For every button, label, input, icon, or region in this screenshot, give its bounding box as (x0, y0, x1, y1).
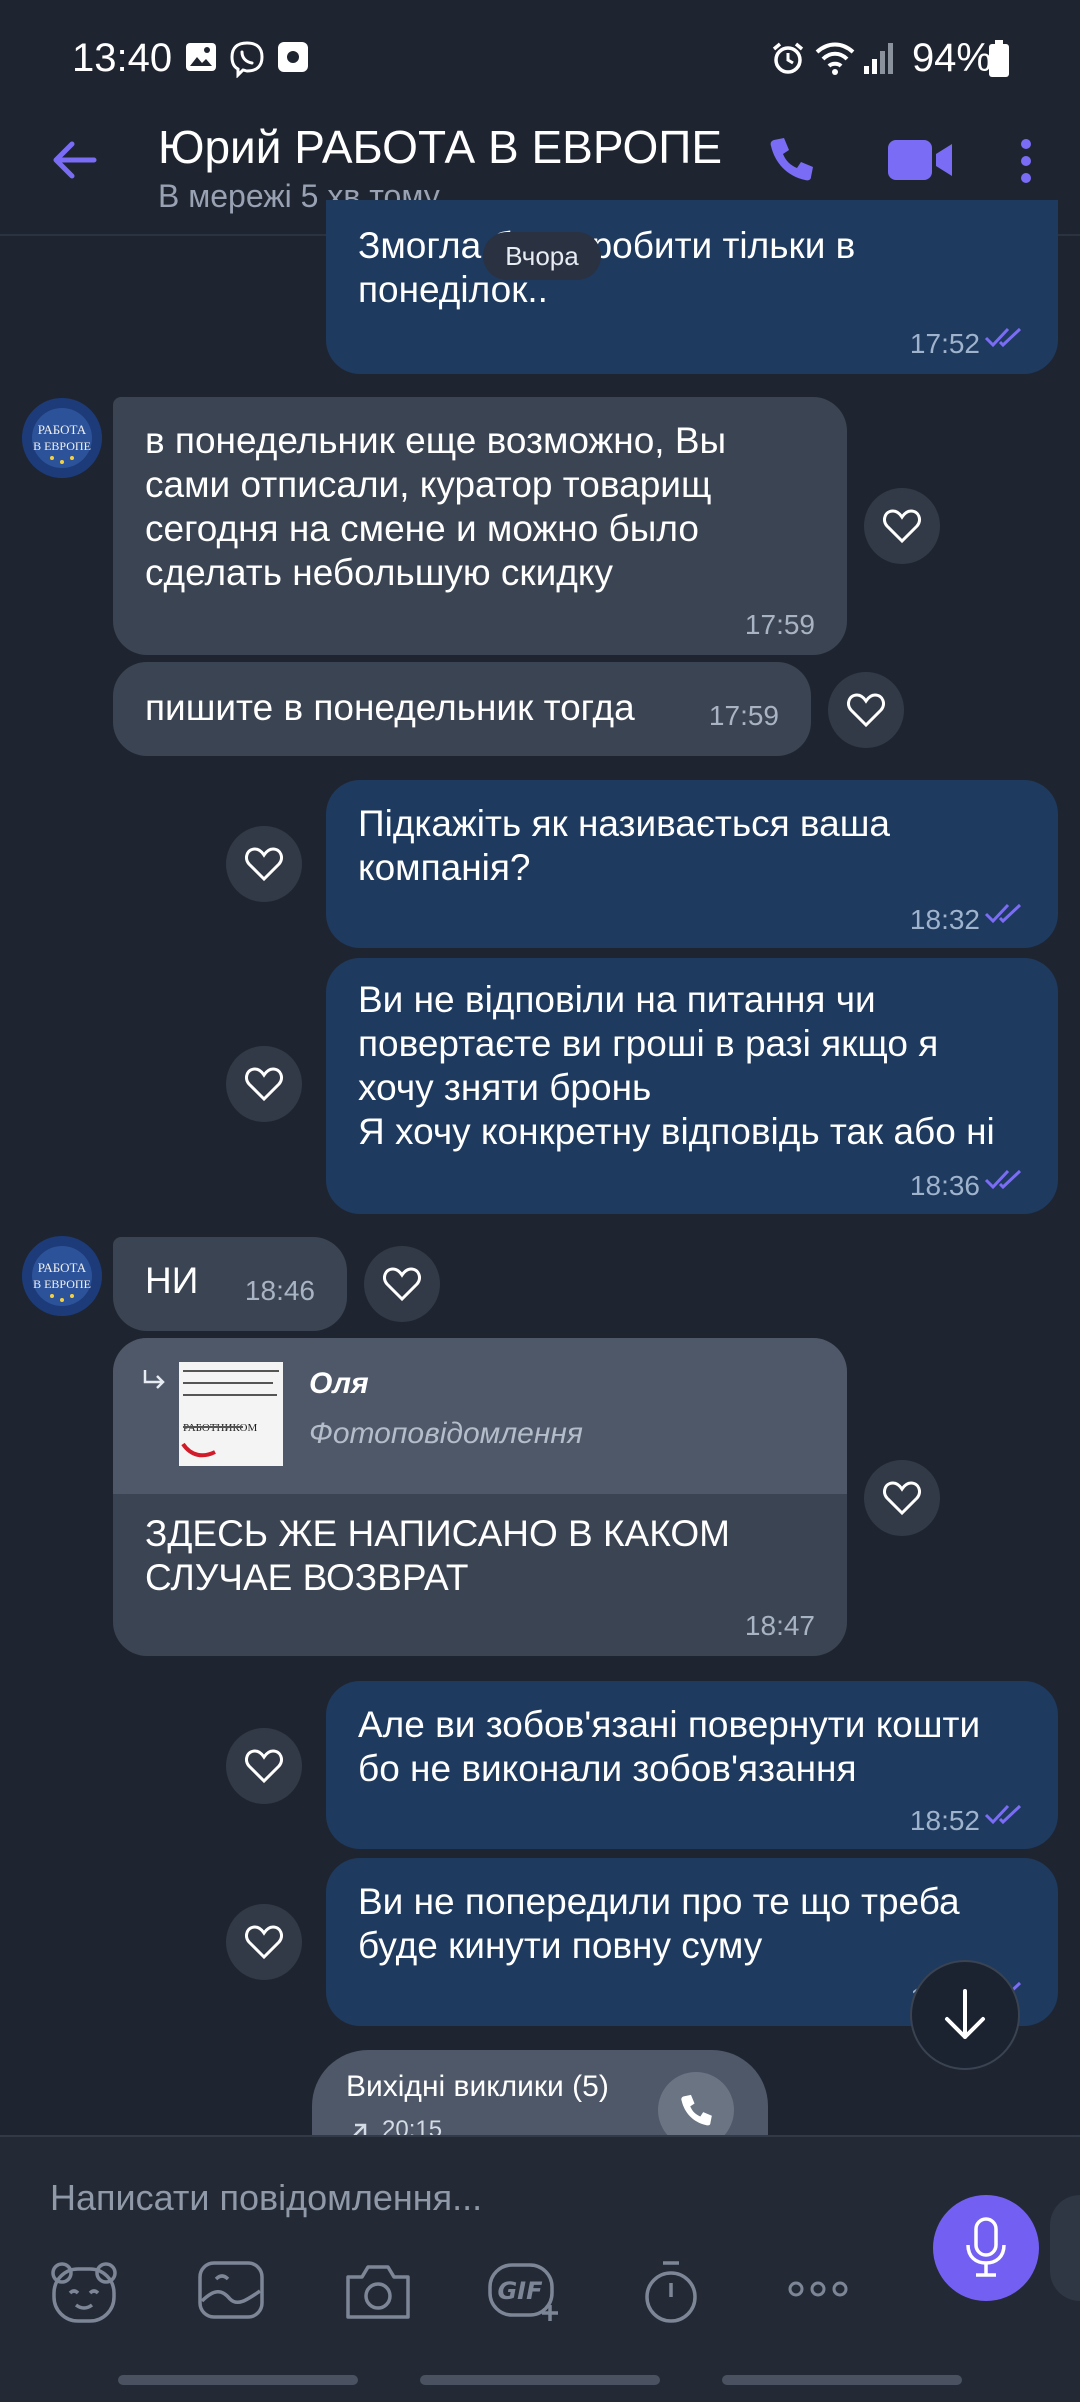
message-input[interactable]: Написати повідомлення... (50, 2177, 482, 2219)
heart-icon (245, 1925, 283, 1960)
quoted-type: Фотоповідомлення (309, 1417, 583, 1450)
contact-avatar[interactable]: РАБОТА В ЕВРОПЕ (22, 1236, 102, 1316)
like-button[interactable] (864, 488, 940, 564)
avatar-text-line1: РАБОТА (38, 422, 87, 437)
message-time: 18:47 (744, 1610, 815, 1641)
timer-icon[interactable] (640, 2259, 702, 2325)
back-arrow-icon[interactable] (50, 136, 98, 184)
nav-back-button[interactable] (722, 2375, 962, 2385)
nav-recents-button[interactable] (118, 2375, 358, 2385)
outgoing-calls-card[interactable]: Вихідні виклики (5) 20:15 (312, 2050, 768, 2136)
outgoing-message[interactable]: Ви не відповіли на питання чи повертаєте… (326, 958, 1058, 1214)
like-button[interactable] (226, 1046, 302, 1122)
call-card-time: 20:15 (382, 2116, 443, 2136)
incoming-message[interactable]: пишите в понедельник тогда 17:59 (113, 662, 811, 756)
more-options-icon[interactable] (1014, 136, 1038, 186)
message-time: 18:46 (244, 1275, 315, 1306)
incoming-message[interactable]: НИ 18:46 (113, 1237, 347, 1331)
contact-name[interactable]: Юрий РАБОТА В ЕВРОПЕ (158, 120, 722, 174)
like-button[interactable] (828, 672, 904, 748)
scroll-to-bottom-button[interactable] (910, 1960, 1020, 2070)
heart-icon (383, 1267, 421, 1302)
call-card-title: Вихідні виклики (5) (346, 2070, 609, 2103)
call-card-clip: Вихідні виклики (5) 20:15 (312, 2050, 768, 2136)
message-time: 17:52 (909, 328, 980, 359)
status-bar: 13:40 94% (0, 0, 1080, 120)
read-check-icon (984, 327, 1022, 348)
status-time: 13:40 (72, 36, 173, 80)
message-text: ЗДЕСЬ ЖЕ НАПИСАНО В КАКОМ СЛУЧАЕ ВОЗВРАТ (145, 1513, 730, 1598)
quoted-message[interactable]: РАБОТНИКОМ Оля Фотоповідомлення (113, 1338, 847, 1494)
incoming-message[interactable]: в понедельник еще возможно, Вы сами отпи… (113, 397, 847, 655)
arrow-down-icon (945, 1989, 985, 2039)
phone-call-icon[interactable] (766, 134, 816, 184)
call-back-button[interactable] (658, 2072, 734, 2136)
camera-icon[interactable] (342, 2259, 414, 2323)
battery-icon (989, 40, 1009, 77)
contact-avatar[interactable]: РАБОТА В ЕВРОПЕ (22, 398, 102, 478)
like-button[interactable] (364, 1246, 440, 1322)
read-check-icon (984, 1804, 1022, 1825)
message-text: Але ви зобов'язані повернути кошти бо не… (358, 1704, 981, 1789)
message-text: Ви не відповіли на питання чи повертаєте… (358, 979, 995, 1152)
more-tools-icon[interactable] (786, 2279, 850, 2299)
read-check-icon (984, 1169, 1022, 1190)
secondary-action-button[interactable] (1050, 2195, 1080, 2301)
message-text: Підкажіть як називається ваша компанія? (358, 803, 891, 888)
outgoing-call-arrow-icon (352, 2123, 367, 2136)
alarm-icon (772, 42, 804, 74)
gallery-icon (186, 43, 216, 71)
svg-text:GIF: GIF (497, 2277, 543, 2305)
like-button[interactable] (226, 1728, 302, 1804)
message-time: 17:59 (708, 700, 779, 731)
gallery-picker-icon[interactable] (196, 2259, 266, 2321)
heart-icon (245, 1067, 283, 1102)
outgoing-message[interactable]: Підкажіть як називається ваша компанія? … (326, 780, 1058, 948)
heart-icon (245, 1749, 283, 1784)
avatar-text-line2: В ЕВРОПЕ (33, 439, 91, 453)
message-time: 18:52 (909, 1805, 980, 1836)
like-button[interactable] (864, 1460, 940, 1536)
square-app-icon (278, 42, 308, 72)
incoming-reply-message[interactable]: РАБОТНИКОМ Оля Фотоповідомлення ЗДЕСЬ ЖЕ… (113, 1338, 847, 1656)
wifi-icon (815, 42, 855, 75)
heart-icon (847, 693, 885, 728)
battery-percentage: 94% (911, 36, 992, 80)
heart-icon (883, 1481, 921, 1516)
like-button[interactable] (226, 1904, 302, 1980)
signal-icon (864, 43, 893, 74)
message-text: пишите в понедельник тогда (145, 687, 635, 728)
avatar-text-line1: РАБОТА (38, 1260, 87, 1275)
avatar-text-line2: В ЕВРОПЕ (33, 1277, 91, 1291)
read-check-icon (984, 903, 1022, 924)
outgoing-message[interactable]: Але ви зобов'язані повернути кошти бо не… (326, 1681, 1058, 1849)
message-text: НИ (145, 1260, 199, 1301)
video-call-icon[interactable] (886, 138, 954, 182)
gif-icon[interactable]: GIF (486, 2259, 564, 2323)
phone-icon (681, 2094, 712, 2126)
heart-icon (883, 509, 921, 544)
message-text: в понедельник еще возможно, Вы сами отпи… (145, 420, 727, 593)
quoted-author: Оля (309, 1367, 369, 1400)
message-text: Змогла б це зробити тільки в понеділок.. (358, 225, 856, 310)
message-text: Ви не попередили про те що треба буде ки… (358, 1881, 960, 1966)
reply-arrow-icon (143, 1370, 165, 1389)
sticker-icon[interactable] (48, 2259, 120, 2325)
voice-message-button[interactable] (933, 2195, 1039, 2301)
photo-thumbnail: РАБОТНИКОМ (179, 1362, 283, 1466)
date-separator: Вчора (483, 232, 601, 280)
microphone-icon (966, 2217, 1006, 2277)
outgoing-message[interactable]: Змогла б це зробити тільки в понеділок..… (326, 200, 1058, 374)
heart-icon (245, 847, 283, 882)
message-composer: Написати повідомлення... GIF (0, 2135, 1080, 2402)
message-time: 18:32 (909, 904, 980, 935)
like-button[interactable] (226, 826, 302, 902)
message-time: 18:36 (909, 1170, 980, 1201)
nav-home-button[interactable] (420, 2375, 660, 2385)
message-time: 17:59 (744, 609, 815, 640)
viber-icon (230, 41, 264, 78)
